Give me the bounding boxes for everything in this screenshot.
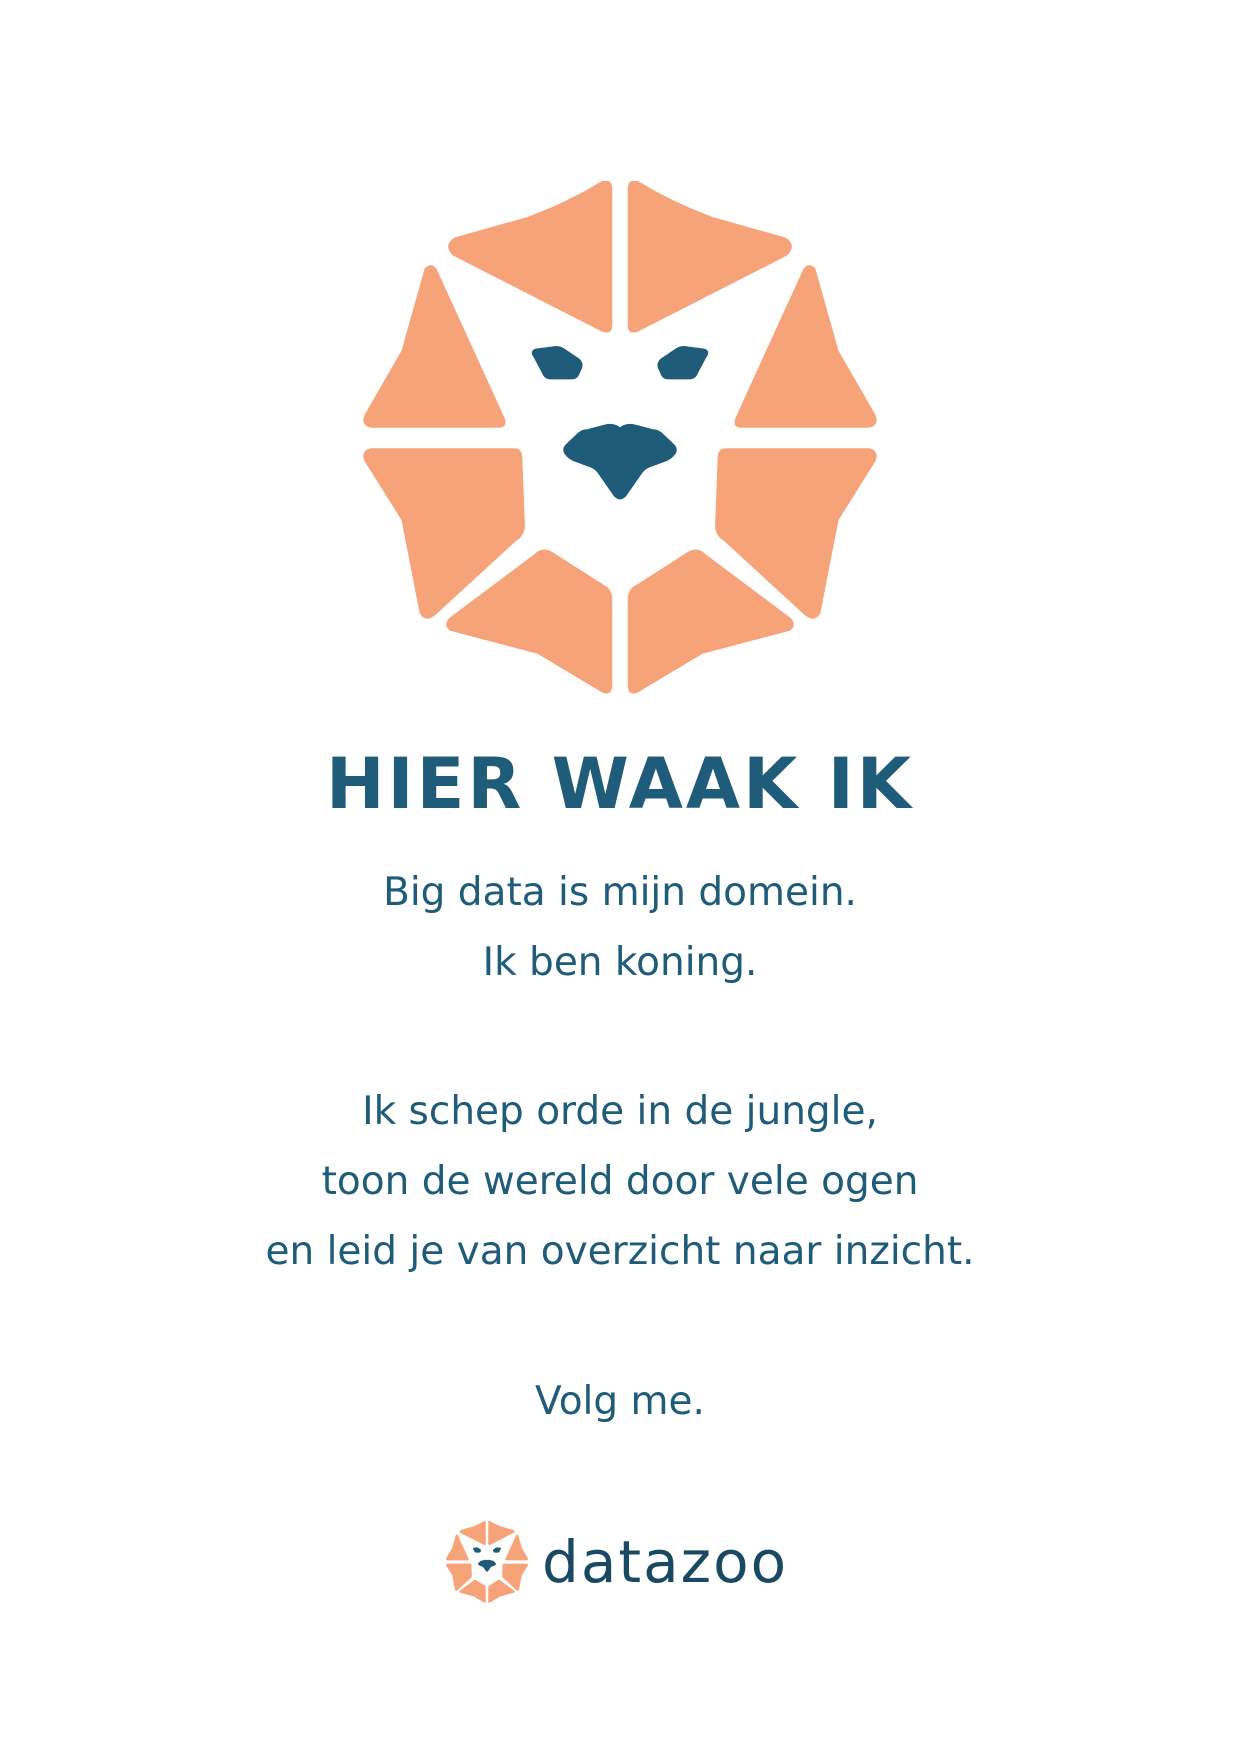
poem-line: toon de wereld door vele ogen [321, 1159, 919, 1204]
poster: HIER WAAK IK Big data is mijn domein. Ik… [0, 0, 1240, 1754]
poem-line: en leid je van overzicht naar inzicht. [265, 1229, 975, 1274]
lion-head-icon [446, 1521, 528, 1603]
poem-line: Volg me. [535, 1379, 705, 1424]
page-title: HIER WAAK IK [325, 743, 915, 825]
lion-nose [563, 423, 677, 500]
poem-line: Big data is mijn domein. [383, 870, 857, 915]
poem-line: Ik schep orde in de jungle, [362, 1089, 878, 1134]
brand-name: datazoo [542, 1528, 789, 1596]
poem-stanza: Big data is mijn domein. Ik ben koning. [0, 858, 1240, 998]
brand-logo: datazoo [446, 1521, 788, 1603]
lion-left-eye [531, 345, 583, 380]
poem-stanza: Ik schep orde in de jungle, toon de were… [0, 1077, 1240, 1287]
poem-line: Ik ben koning. [482, 940, 758, 985]
lion-head-icon [363, 181, 877, 694]
lion-face [531, 345, 709, 500]
poem-stanza: Volg me. [0, 1367, 1240, 1437]
lion-right-eye [657, 345, 709, 380]
